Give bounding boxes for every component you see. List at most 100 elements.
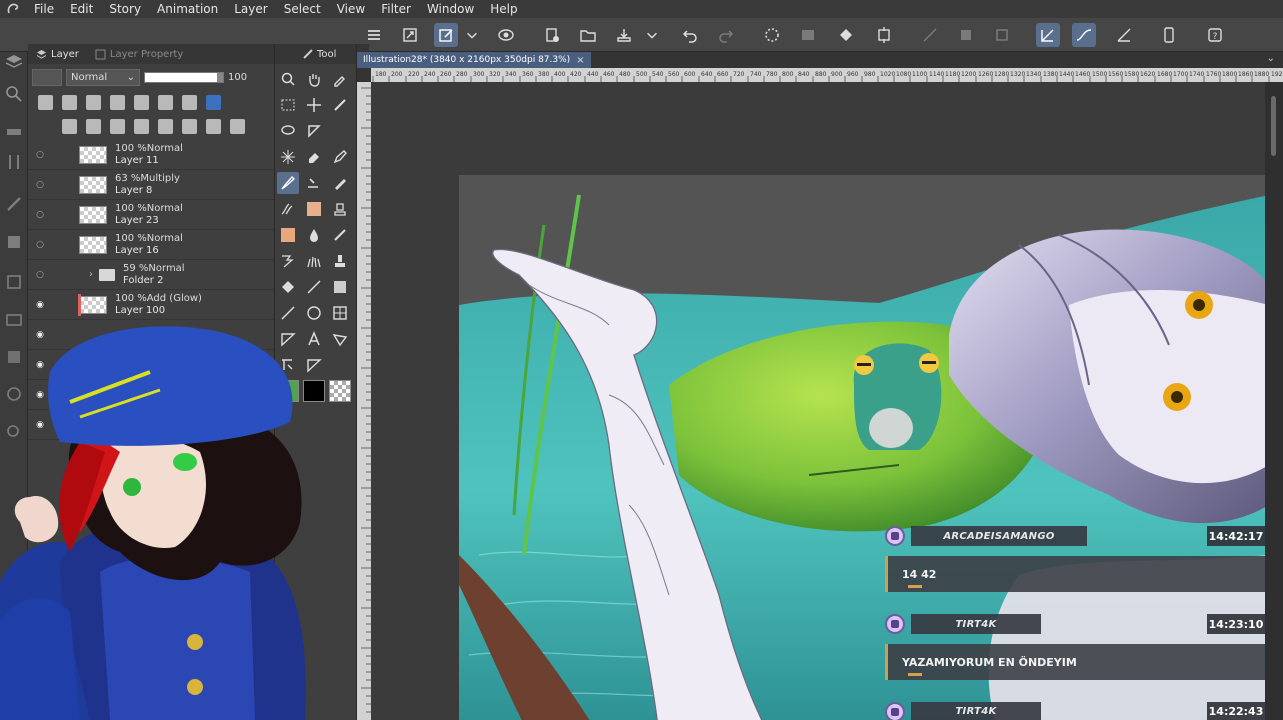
water-drop-tool-icon[interactable] [303,224,325,246]
chevron-down-icon[interactable] [464,23,480,47]
menu-window[interactable]: Window [419,0,482,18]
fill-tool-icon[interactable] [277,276,299,298]
menu-help[interactable]: Help [482,0,525,18]
new-layer-icon[interactable] [62,118,77,134]
visibility-off-icon[interactable]: ○ [31,200,49,230]
menu-file[interactable]: File [26,0,62,18]
airbrush-tool-icon[interactable] [277,198,299,220]
pen-pressure-icon[interactable] [1112,23,1136,47]
layer-row[interactable]: ○ 100 %Normal Layer 11 [28,140,274,170]
marker-tool-icon[interactable] [329,172,351,194]
mask-icon[interactable] [158,94,173,110]
layer-color-select[interactable] [32,68,62,86]
lasso-tool-icon[interactable] [277,120,299,142]
canvas-viewport[interactable]: ARCADEISAMANGO 14:42:17 14 42 TIRT4K 14:… [371,82,1265,720]
texture-tool-icon[interactable] [277,224,299,246]
ruler-icon[interactable] [4,122,24,142]
visibility-off-icon[interactable]: ○ [31,170,49,200]
menu-layer[interactable]: Layer [226,0,275,18]
selection-spinner-icon[interactable] [760,23,784,47]
auto-select-tool-icon[interactable] [277,146,299,168]
decoration-tool-icon[interactable] [303,198,325,220]
frame-tool-icon[interactable] [329,302,351,324]
visibility-off-icon[interactable]: ○ [31,230,49,260]
smartphone-icon[interactable] [1157,23,1181,47]
help-icon[interactable]: ? [1203,23,1227,47]
layer-color-icon[interactable] [206,94,221,110]
search-icon[interactable] [4,84,24,104]
menu-view[interactable]: View [329,0,373,18]
ruler-toggle-icon[interactable] [182,94,197,110]
deselect-icon[interactable] [918,23,942,47]
gradient-fill-icon[interactable] [329,276,351,298]
chevron-right-icon[interactable]: › [89,269,93,280]
pencil-tool-icon[interactable] [329,146,351,168]
rect-select-tool-icon[interactable] [277,94,299,116]
apply-mask-icon[interactable] [206,118,221,134]
eraser-tool-icon[interactable] [303,146,325,168]
save-icon[interactable] [612,23,636,47]
lock-transparency-icon[interactable] [134,94,149,110]
tab-layer[interactable]: Layer [28,44,87,64]
eyedropper-tool-icon[interactable] [329,68,351,90]
ellipse-tool-icon[interactable] [303,302,325,324]
color-icon[interactable] [4,272,24,292]
layer-mask-icon[interactable] [182,118,197,134]
line-tool-icon[interactable] [277,302,299,324]
triangle-tool-icon[interactable] [303,120,325,142]
opacity-value[interactable]: 100 [228,72,247,83]
transform-icon[interactable] [872,23,896,47]
visibility-off-icon[interactable]: ○ [31,140,49,170]
clear-icon[interactable] [796,23,820,47]
stabilizer-icon[interactable] [1036,23,1060,47]
brush-tool-icon[interactable] [277,172,299,194]
pen-tool-icon[interactable] [329,94,351,116]
eye-icon[interactable]: ◉ [31,290,49,320]
redo-icon[interactable] [714,23,738,47]
material-icon[interactable] [4,232,24,252]
blend-mode-select[interactable]: Normal ⌄ [66,68,140,86]
smoothing-icon[interactable] [1072,23,1096,47]
clip-layer-icon[interactable] [62,94,77,110]
gradient-tool-icon[interactable] [303,276,325,298]
edit-mode-icon[interactable] [434,23,458,47]
menu-select[interactable]: Select [276,0,329,18]
layer-row[interactable]: ◉ 100 %Add (Glow) Layer 100 [28,290,274,320]
layers-stack-icon[interactable] [4,52,24,72]
reference-layer-icon[interactable] [86,94,101,110]
new-folder-icon[interactable] [110,118,125,134]
open-folder-icon[interactable] [576,23,600,47]
chevron-down-icon[interactable] [644,23,660,47]
hand-tool-icon[interactable] [303,68,325,90]
fill-icon[interactable] [834,23,858,47]
tab-tool[interactable]: Tool [295,44,344,64]
tone-tool-icon[interactable] [277,250,299,272]
transparent-color-swatch[interactable] [329,380,351,402]
layer-row[interactable]: ○ 100 %Normal Layer 16 [28,230,274,260]
transfer-icon[interactable] [134,118,149,134]
invert-selection-icon[interactable] [954,23,978,47]
menu-filter[interactable]: Filter [373,0,419,18]
delete-layer-icon[interactable] [230,118,245,134]
new-raster-layer-icon[interactable] [38,94,53,110]
artwork-canvas[interactable] [459,175,1265,720]
canvas-size-icon[interactable] [398,23,422,47]
adjust-icon[interactable] [4,152,24,172]
speech-tool-icon[interactable] [329,328,351,350]
record-icon[interactable] [494,23,518,47]
undo-icon[interactable] [678,23,702,47]
scrollbar-thumb[interactable] [1271,96,1276,156]
stamp-2-tool-icon[interactable] [329,250,351,272]
grass-tool-icon[interactable] [303,250,325,272]
visibility-off-icon[interactable]: ○ [31,260,49,290]
folder-row[interactable]: ○ › 59 %Normal Folder 2 [28,260,274,290]
move-tool-icon[interactable] [303,94,325,116]
blend-tool-icon[interactable] [303,172,325,194]
layer-row[interactable]: ○ 63 %Multiply Layer 8 [28,170,274,200]
close-icon[interactable]: × [576,55,584,66]
menu-animation[interactable]: Animation [149,0,226,18]
zoom-tool-icon[interactable] [277,68,299,90]
chevron-down-icon[interactable]: ⌄ [1267,53,1275,64]
opacity-slider[interactable] [144,71,224,83]
document-tab[interactable]: Illustration28* (3840 x 2160px 350dpi 87… [357,52,591,68]
